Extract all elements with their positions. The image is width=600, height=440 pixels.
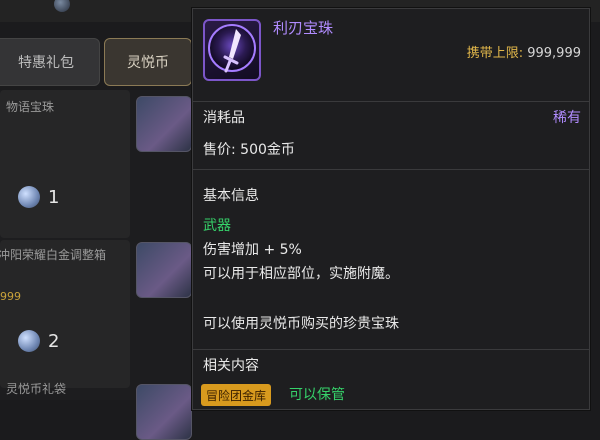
item-tooltip: 利刃宝珠 携带上限: 999,999 消耗品 稀有 售价: 500金币 基本信息… xyxy=(192,8,590,410)
tab-special-gift[interactable]: 特惠礼包 xyxy=(0,38,100,86)
tooltip-basic-info: 基本信息 武器 伤害增加 + 5% 可以用于相应部位，实施附魔。 可以使用灵悦币… xyxy=(193,169,589,350)
coin-icon xyxy=(18,330,40,352)
usage-line: 可以用于相应部位，实施附魔。 xyxy=(203,266,399,282)
storage-badge: 冒险团金库 xyxy=(201,384,272,406)
item-price: 售价: 500金币 xyxy=(203,142,295,158)
tab-lingyue-coin-label: 灵悦币 xyxy=(127,55,169,71)
list-item-thumbnail[interactable] xyxy=(136,96,192,152)
price-hint: 999 xyxy=(0,290,21,303)
rarity-badge: 稀有 xyxy=(553,110,581,126)
sword-gem-icon xyxy=(203,19,261,81)
tab-lingyue-coin[interactable]: 灵悦币 xyxy=(104,38,192,86)
basic-info-title: 基本信息 xyxy=(203,188,259,204)
tooltip-related: 相关内容 冒险团金库 可以保管 xyxy=(193,349,589,409)
tooltip-header: 利刃宝珠 携带上限: 999,999 xyxy=(193,9,589,102)
list-item-thumbnail[interactable] xyxy=(136,242,192,298)
list-item-name: 物语宝珠 xyxy=(6,100,55,114)
list-item-qty: 1 xyxy=(18,186,59,208)
coin-icon xyxy=(18,186,40,208)
list-item-qty: 2 xyxy=(18,330,59,352)
list-item-qty-value: 2 xyxy=(48,330,60,352)
tooltip-type-section: 消耗品 稀有 售价: 500金币 xyxy=(193,101,589,170)
item-name: 利刃宝珠 xyxy=(273,19,334,37)
storable-text: 可以保管 xyxy=(289,387,345,403)
equip-slot: 武器 xyxy=(203,218,231,234)
list-item-name: 灵悦币礼袋 xyxy=(6,382,67,396)
purchase-line: 可以使用灵悦币购买的珍贵宝珠 xyxy=(203,316,399,332)
carry-limit-value: 999,999 xyxy=(527,46,581,61)
list-item-thumbnail[interactable] xyxy=(136,384,192,440)
effect-line: 伤害增加 + 5% xyxy=(203,242,302,258)
carry-limit-label: 携带上限: xyxy=(466,46,524,61)
shop-list: 物语宝珠 1 冲阳荣耀白金调整箱 2 灵悦币礼袋 999 xyxy=(0,90,192,440)
list-item[interactable]: 物语宝珠 1 xyxy=(0,90,130,238)
tab-special-gift-label: 特惠礼包 xyxy=(18,55,74,71)
item-type: 消耗品 xyxy=(203,110,245,126)
related-title: 相关内容 xyxy=(203,358,259,374)
list-item-qty-value: 1 xyxy=(48,186,60,208)
carry-limit: 携带上限: 999,999 xyxy=(467,42,581,61)
list-item[interactable]: 冲阳荣耀白金调整箱 2 xyxy=(0,240,130,388)
list-item-name: 冲阳荣耀白金调整箱 xyxy=(0,248,107,262)
